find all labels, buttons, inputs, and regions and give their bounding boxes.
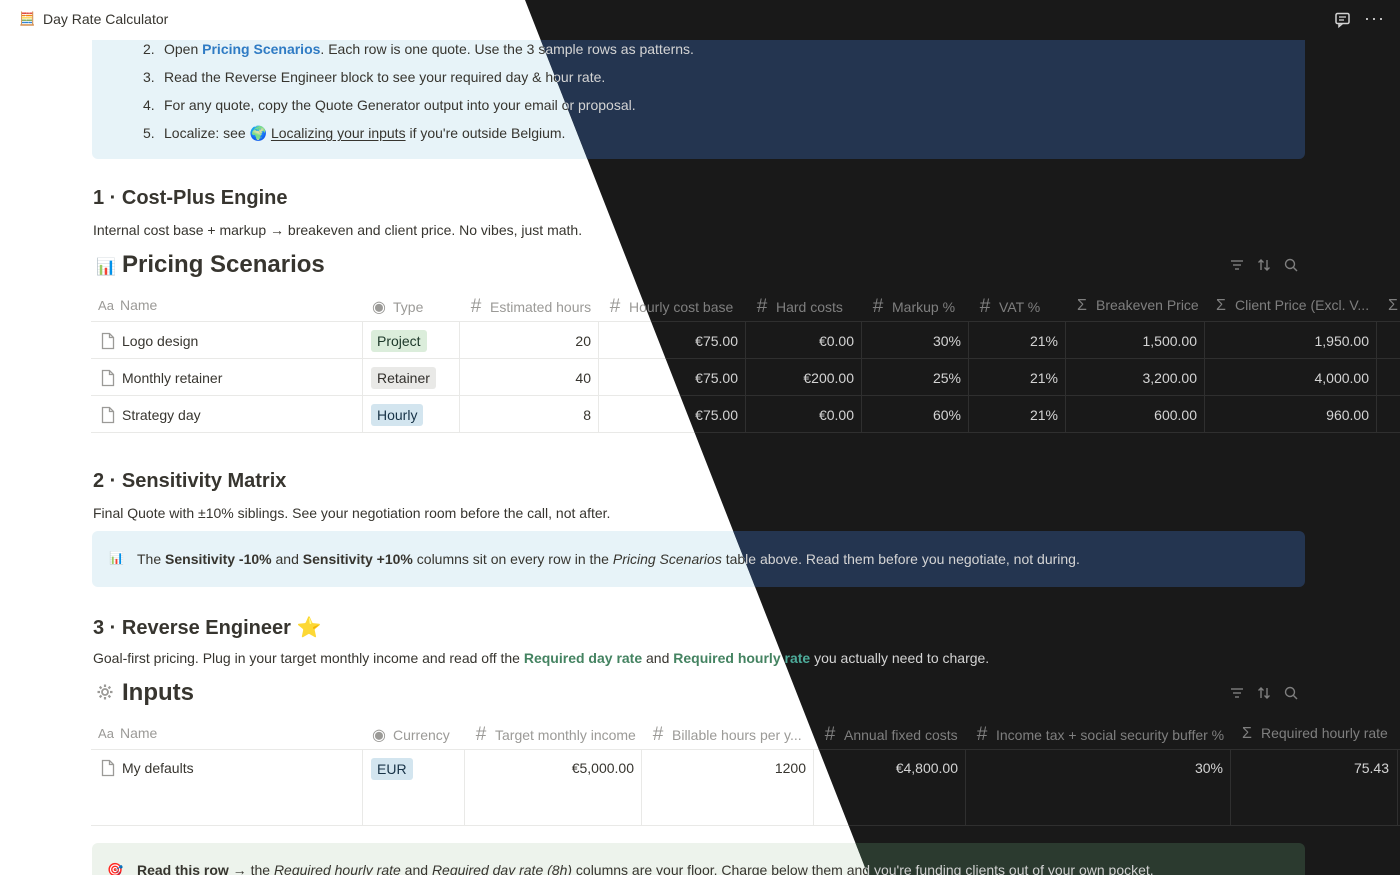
column-header-target-monthly-income[interactable]: #Target monthly income bbox=[473, 724, 636, 758]
search-icon[interactable] bbox=[1283, 257, 1299, 273]
page-icon bbox=[100, 406, 116, 427]
column-header-client-price[interactable]: ΣClient Price (Excl. V... bbox=[1213, 297, 1369, 331]
row-hours[interactable]: 8 bbox=[460, 407, 591, 423]
row-type[interactable]: Project bbox=[371, 330, 427, 352]
column-header-required-hourly-rate[interactable]: ΣRequired hourly rate bbox=[1239, 725, 1388, 759]
row-hard-costs[interactable]: €0.00 bbox=[746, 407, 854, 423]
row-name[interactable]: Monthly retainer bbox=[122, 370, 222, 386]
pricing-scenarios-title[interactable]: Pricing Scenarios bbox=[122, 251, 325, 279]
column-header-tax-buffer[interactable]: #Income tax + social security buffer % bbox=[974, 724, 1224, 758]
bar-chart-icon: 📊 bbox=[96, 259, 116, 276]
section-1-heading: 1 · Cost-Plus Engine bbox=[93, 187, 288, 209]
column-header-name[interactable]: AaName bbox=[98, 297, 157, 331]
row-type[interactable]: Retainer bbox=[371, 367, 436, 389]
filter-icon[interactable] bbox=[1229, 685, 1245, 701]
row-hourly-rate: 75.43 bbox=[1353, 760, 1389, 776]
column-header-estimated-hours[interactable]: #Estimated hours bbox=[468, 296, 591, 330]
row-tax-buffer[interactable]: 30% bbox=[966, 760, 1223, 776]
localizing-inputs-link[interactable]: Localizing your inputs bbox=[271, 125, 406, 141]
column-header-vat[interactable]: #VAT % bbox=[977, 296, 1041, 330]
row-markup[interactable]: 30% bbox=[862, 333, 961, 349]
row-vat[interactable]: 21% bbox=[969, 370, 1058, 386]
row-hours[interactable]: 40 bbox=[460, 370, 591, 386]
row-fixed-costs[interactable]: €4,800.00 bbox=[814, 760, 958, 776]
row-client-price: 4,000.00 bbox=[1314, 370, 1370, 386]
section-2-heading: 2 · Sensitivity Matrix bbox=[93, 470, 287, 492]
page-icon bbox=[100, 332, 116, 353]
row-name[interactable]: Strategy day bbox=[122, 407, 201, 423]
row-vat[interactable]: 21% bbox=[969, 407, 1058, 423]
star-icon: ⭐ bbox=[296, 617, 322, 639]
page-title[interactable]: Day Rate Calculator bbox=[43, 11, 168, 27]
gear-icon bbox=[96, 683, 114, 707]
row-type[interactable]: Hourly bbox=[371, 404, 424, 426]
target-icon: 🎯 bbox=[107, 862, 124, 875]
row-breakeven: 3,200.00 bbox=[1142, 370, 1198, 386]
column-header-name[interactable]: AaName bbox=[98, 725, 157, 759]
column-header-overflow[interactable]: Σ bbox=[1385, 297, 1400, 331]
column-header-hard-costs[interactable]: #Hard costs bbox=[754, 296, 843, 330]
comment-icon[interactable] bbox=[1334, 11, 1352, 29]
step-3: 3.Read the Reverse Engineer block to see… bbox=[143, 69, 606, 85]
row-hard-costs[interactable]: €0.00 bbox=[746, 333, 854, 349]
sort-icon[interactable] bbox=[1256, 257, 1272, 273]
search-icon[interactable] bbox=[1283, 685, 1299, 701]
row-client-price: 1,950.00 bbox=[1314, 333, 1370, 349]
column-header-breakeven-price[interactable]: ΣBreakeven Price bbox=[1074, 297, 1199, 331]
inputs-title[interactable]: Inputs bbox=[122, 679, 194, 707]
row-hard-costs[interactable]: €200.00 bbox=[746, 370, 854, 386]
row-client-price: 960.00 bbox=[1326, 407, 1369, 423]
section-3-heading: 3 · Reverse Engineer ⭐ bbox=[93, 617, 322, 639]
pricing-scenarios-link[interactable]: Pricing Scenarios bbox=[202, 41, 320, 57]
filter-icon[interactable] bbox=[1229, 257, 1245, 273]
row-vat[interactable]: 21% bbox=[969, 333, 1058, 349]
column-header-annual-fixed-costs[interactable]: #Annual fixed costs bbox=[822, 724, 958, 758]
column-header-type[interactable]: ◉Type bbox=[371, 297, 423, 331]
row-markup[interactable]: 25% bbox=[862, 370, 961, 386]
row-breakeven: 600.00 bbox=[1154, 407, 1197, 423]
globe-icon: 🌍 bbox=[249, 125, 268, 141]
bar-chart-icon: 📊 bbox=[109, 551, 124, 565]
step-5: 5.Localize: see 🌍 Localizing your inputs… bbox=[143, 125, 566, 141]
section-1-description: Internal cost base + markup → breakeven … bbox=[93, 222, 583, 238]
row-markup[interactable]: 60% bbox=[862, 407, 961, 423]
row-target-income[interactable]: €5,000.00 bbox=[465, 760, 634, 776]
row-currency[interactable]: EUR bbox=[371, 758, 413, 780]
page-icon bbox=[100, 759, 116, 780]
column-header-billable-hours[interactable]: #Billable hours per y... bbox=[650, 724, 802, 758]
more-horizontal-icon[interactable]: ··· bbox=[1364, 9, 1386, 29]
abacus-icon: 🧮 bbox=[19, 11, 36, 26]
row-hours[interactable]: 20 bbox=[460, 333, 591, 349]
row-billable-hours[interactable]: 1200 bbox=[642, 760, 806, 776]
column-header-markup[interactable]: #Markup % bbox=[870, 296, 955, 330]
row-name[interactable]: Logo design bbox=[122, 333, 198, 349]
row-name[interactable]: My defaults bbox=[122, 760, 194, 776]
row-breakeven: 1,500.00 bbox=[1142, 333, 1198, 349]
column-header-currency[interactable]: ◉Currency bbox=[371, 725, 450, 759]
page-icon bbox=[100, 369, 116, 390]
step-4: 4.For any quote, copy the Quote Generato… bbox=[143, 97, 636, 113]
sort-icon[interactable] bbox=[1256, 685, 1272, 701]
section-2-description: Final Quote with ±10% siblings. See your… bbox=[93, 505, 611, 521]
